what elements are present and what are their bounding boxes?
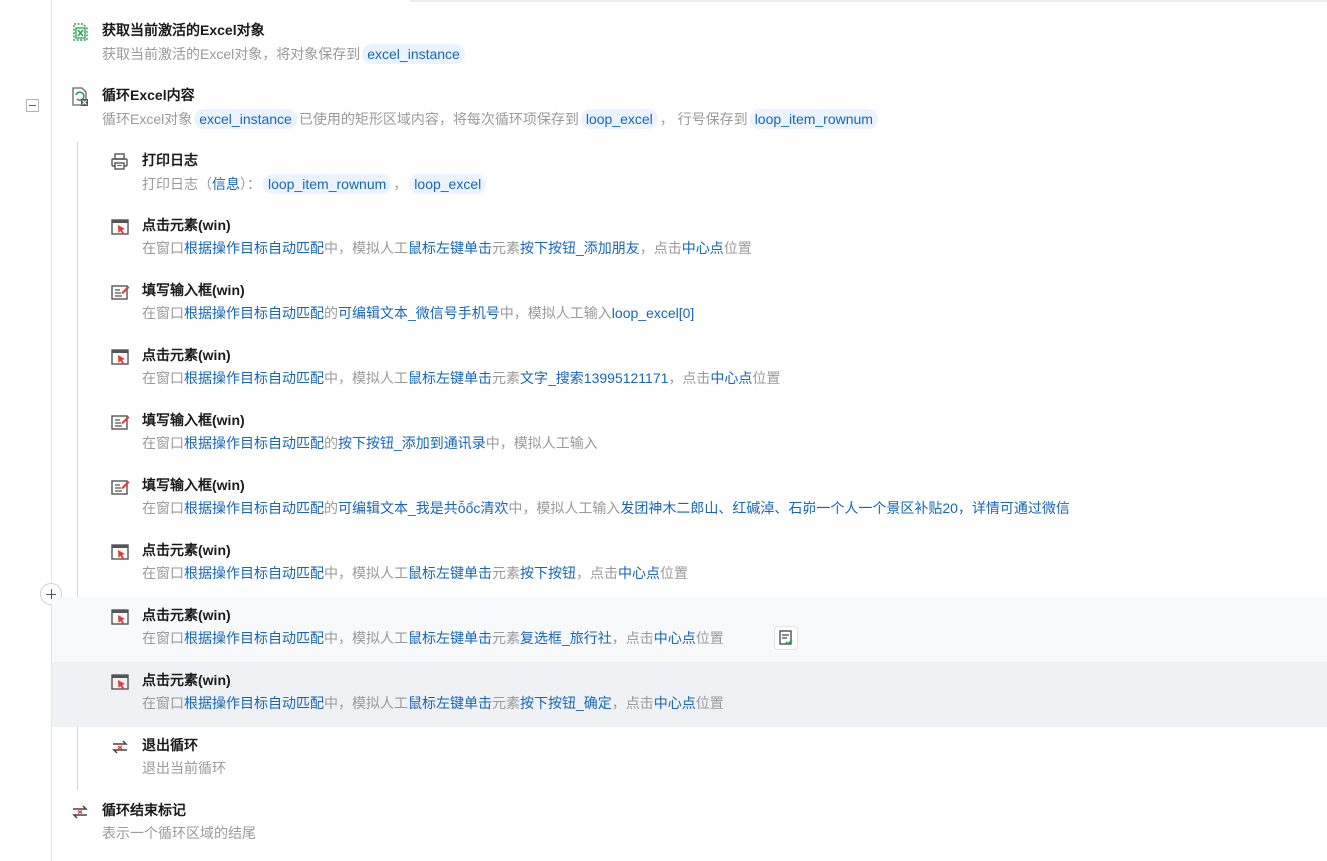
step-fill-input[interactable]: 填写输入框(win) 在窗口根据操作目标自动匹配的可编辑文本_微信号手机号中，模… xyxy=(52,272,1327,337)
step-click-element[interactable]: 点击元素(win) 在窗口根据操作目标自动匹配中，模拟人工鼠标左键单击元素按下按… xyxy=(52,662,1327,727)
step-desc: 在窗口根据操作目标自动匹配中，模拟人工鼠标左键单击元素按下按钮，点击中心点位置 xyxy=(142,565,688,581)
click-element-icon xyxy=(110,542,130,562)
step-loop-end[interactable]: 循环结束标记 表示一个循环区域的结尾 xyxy=(52,792,1327,857)
click-element-icon xyxy=(110,217,130,237)
variable-tag[interactable]: excel_instance xyxy=(362,44,465,64)
step-desc: 打印日志（信息）： loop_item_rownum， loop_excel xyxy=(142,174,488,194)
step-desc: 退出当前循环 xyxy=(142,760,226,776)
step-print-log[interactable]: 打印日志 打印日志（信息）： loop_item_rownum， loop_exce… xyxy=(52,142,1327,207)
step-click-element[interactable]: 点击元素(win) 在窗口根据操作目标自动匹配中，模拟人工鼠标左键单击元素复选框… xyxy=(52,597,1327,662)
step-title: 填写输入框(win) xyxy=(142,412,245,428)
excel-loop-icon xyxy=(70,86,90,106)
variable-tag[interactable]: excel_instance xyxy=(194,109,297,129)
step-fill-input[interactable]: 填写输入框(win) 在窗口根据操作目标自动匹配的按下按钮_添加到通讯录中，模拟… xyxy=(52,402,1327,467)
step-desc: 在窗口根据操作目标自动匹配中，模拟人工鼠标左键单击元素按下按钮_添加朋友，点击中… xyxy=(142,240,752,256)
exit-loop-icon xyxy=(110,737,130,757)
step-desc: 在窗口根据操作目标自动匹配中，模拟人工鼠标左键单击元素复选框_旅行社，点击中心点… xyxy=(142,630,724,646)
printer-icon xyxy=(110,152,130,172)
step-title: 循环Excel内容 xyxy=(102,87,195,103)
fill-input-icon xyxy=(110,477,130,497)
element-check-button[interactable] xyxy=(774,626,798,650)
step-desc: 在窗口根据操作目标自动匹配的可编辑文本_微信号手机号中，模拟人工输入loop_e… xyxy=(142,305,695,321)
loop-end-icon xyxy=(70,802,90,822)
step-title: 填写输入框(win) xyxy=(142,282,245,298)
click-element-icon xyxy=(110,607,130,627)
click-element-icon xyxy=(110,347,130,367)
step-desc: 在窗口根据操作目标自动匹配中，模拟人工鼠标左键单击元素按下按钮_确定，点击中心点… xyxy=(142,695,724,711)
step-click-element[interactable]: 点击元素(win) 在窗口根据操作目标自动匹配中，模拟人工鼠标左键单击元素按下按… xyxy=(52,532,1327,597)
top-divider xyxy=(0,0,1327,2)
step-title: 点击元素(win) xyxy=(142,607,231,623)
step-title: 点击元素(win) xyxy=(142,217,231,233)
click-element-icon xyxy=(110,672,130,692)
step-title: 填写输入框(win) xyxy=(142,477,245,493)
step-desc: 获取当前激活的Excel对象，将对象保存到 excel_instance xyxy=(102,44,467,64)
step-desc: 表示一个循环区域的结尾 xyxy=(102,825,256,841)
step-title: 打印日志 xyxy=(142,152,198,168)
step-fill-input[interactable]: 填写输入框(win) 在窗口根据操作目标自动匹配的可编辑文本_我是共ỗổc清欢中… xyxy=(52,467,1327,532)
variable-tag[interactable]: loop_item_rownum xyxy=(263,174,392,194)
checklist-icon xyxy=(779,630,793,646)
step-title: 循环结束标记 xyxy=(102,802,186,818)
step-title: 退出循环 xyxy=(142,737,198,753)
step-loop-excel[interactable]: 循环Excel内容 循环Excel对象 excel_instance 已使用的矩形区… xyxy=(52,77,1327,142)
step-desc: 在窗口根据操作目标自动匹配的可编辑文本_我是共ỗổc清欢中，模拟人工输入发团神木… xyxy=(142,500,1070,516)
step-exit-loop[interactable]: 退出循环 退出当前循环 xyxy=(52,727,1327,792)
excel-icon xyxy=(70,22,90,42)
variable-tag[interactable]: loop_item_rownum xyxy=(749,109,878,129)
collapse-icon[interactable] xyxy=(26,99,39,112)
step-click-element[interactable]: 点击元素(win) 在窗口根据操作目标自动匹配中，模拟人工鼠标左键单击元素按下按… xyxy=(52,207,1327,272)
step-desc: 循环Excel对象 excel_instance 已使用的矩形区域内容，将每次循环项… xyxy=(102,109,880,129)
variable-tag[interactable]: loop_excel xyxy=(409,174,487,194)
step-desc: 在窗口根据操作目标自动匹配的按下按钮_添加到通讯录中，模拟人工输入 xyxy=(142,435,598,451)
step-title: 获取当前激活的Excel对象 xyxy=(102,22,265,38)
step-get-excel[interactable]: 获取当前激活的Excel对象 获取当前激活的Excel对象，将对象保存到 exce… xyxy=(52,12,1327,77)
step-desc: 在窗口根据操作目标自动匹配中，模拟人工鼠标左键单击元素文字_搜索13995121… xyxy=(142,370,781,386)
fill-input-icon xyxy=(110,412,130,432)
step-title: 点击元素(win) xyxy=(142,347,231,363)
fill-input-icon xyxy=(110,282,130,302)
variable-tag[interactable]: loop_excel xyxy=(580,109,658,129)
step-click-element[interactable]: 点击元素(win) 在窗口根据操作目标自动匹配中，模拟人工鼠标左键单击元素文字_… xyxy=(52,337,1327,402)
step-title: 点击元素(win) xyxy=(142,542,231,558)
step-title: 点击元素(win) xyxy=(142,672,231,688)
